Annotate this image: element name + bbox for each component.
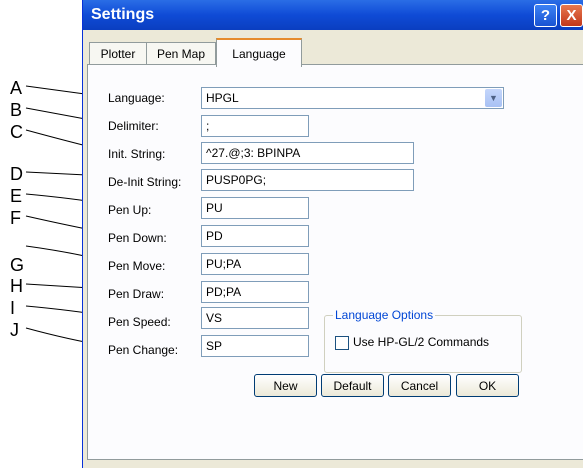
callout-g: G bbox=[10, 255, 25, 275]
ok-button-label: OK bbox=[478, 378, 497, 393]
new-button-label: New bbox=[273, 378, 298, 393]
callout-d: D bbox=[10, 164, 23, 184]
callout-i: I bbox=[10, 298, 16, 318]
use-hpgl2-label[interactable]: Use HP-GL/2 Commands bbox=[353, 335, 489, 349]
pen-up-field[interactable]: PU bbox=[201, 197, 309, 219]
pen-change-field[interactable]: SP bbox=[201, 335, 309, 357]
close-icon: X bbox=[566, 7, 577, 24]
callout-b: B bbox=[10, 100, 23, 120]
tab-pen-map[interactable]: Pen Map bbox=[146, 42, 216, 64]
pen-down-label: Pen Down: bbox=[108, 231, 167, 245]
pen-draw-field[interactable]: PD;PA bbox=[201, 281, 309, 303]
tab-language[interactable]: Language bbox=[216, 38, 302, 67]
deinit-string-label: De-Init String: bbox=[108, 175, 182, 189]
help-icon: ? bbox=[540, 7, 551, 24]
language-select[interactable]: HPGL ▼ bbox=[201, 87, 504, 109]
chevron-down-icon[interactable]: ▼ bbox=[485, 89, 502, 107]
init-string-field[interactable]: ^27.@;3: BPINPA bbox=[201, 142, 414, 164]
settings-window: Settings ? X Plotter Pen Map Language La… bbox=[82, 0, 583, 468]
pen-change-label: Pen Change: bbox=[108, 343, 179, 357]
use-hpgl2-checkbox[interactable] bbox=[335, 336, 349, 350]
default-button[interactable]: Default bbox=[321, 374, 384, 397]
default-button-label: Default bbox=[333, 378, 372, 393]
help-button[interactable]: ? bbox=[534, 4, 557, 27]
language-label: Language: bbox=[108, 91, 165, 105]
language-options-group: Language Options Use HP-GL/2 Commands bbox=[324, 308, 522, 373]
pen-move-label: Pen Move: bbox=[108, 259, 166, 273]
deinit-string-field[interactable]: PUSP0PG; bbox=[201, 169, 414, 191]
close-button[interactable]: X bbox=[560, 4, 583, 27]
callout-a: A bbox=[10, 78, 23, 98]
callout-h: H bbox=[10, 276, 23, 296]
pen-move-field[interactable]: PU;PA bbox=[201, 253, 309, 275]
callout-f: F bbox=[10, 208, 21, 228]
language-value: HPGL bbox=[206, 91, 239, 105]
callout-c: C bbox=[10, 122, 23, 142]
delimiter-field[interactable]: ; bbox=[201, 115, 309, 137]
callout-j: J bbox=[10, 320, 19, 340]
language-tab-panel: Language: HPGL ▼ Delimiter: ; Init. Stri… bbox=[87, 64, 583, 460]
cancel-button-label: Cancel bbox=[400, 378, 439, 393]
pen-draw-label: Pen Draw: bbox=[108, 287, 165, 301]
language-options-title: Language Options bbox=[333, 308, 436, 322]
new-button[interactable]: New bbox=[254, 374, 317, 397]
title-bar[interactable]: Settings ? X bbox=[83, 0, 583, 30]
ok-button[interactable]: OK bbox=[456, 374, 519, 397]
pen-down-field[interactable]: PD bbox=[201, 225, 309, 247]
tab-plotter-label: Plotter bbox=[100, 46, 136, 61]
pen-speed-label: Pen Speed: bbox=[108, 315, 171, 329]
init-string-label: Init. String: bbox=[108, 147, 166, 161]
delimiter-label: Delimiter: bbox=[108, 119, 159, 133]
tab-pen-map-label: Pen Map bbox=[156, 46, 206, 61]
cancel-button[interactable]: Cancel bbox=[388, 374, 451, 397]
pen-speed-field[interactable]: VS bbox=[201, 307, 309, 329]
tab-language-label: Language bbox=[232, 46, 286, 61]
tab-plotter[interactable]: Plotter bbox=[89, 42, 147, 64]
pen-up-label: Pen Up: bbox=[108, 203, 152, 217]
callout-e: E bbox=[10, 186, 23, 206]
window-title: Settings bbox=[91, 6, 155, 23]
